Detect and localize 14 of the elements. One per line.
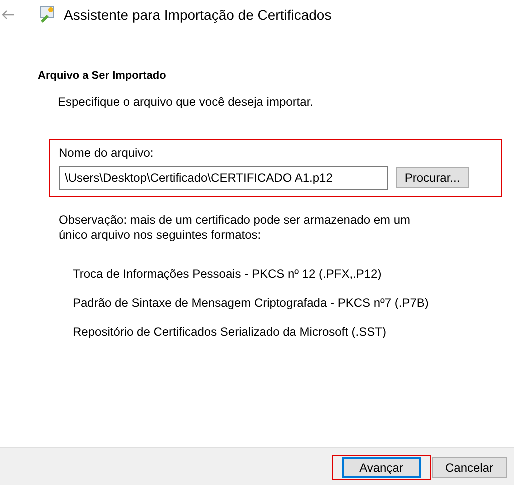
format-item: Padrão de Sintaxe de Mensagem Criptografada - PKCS nº7 (.P7B): [73, 294, 430, 312]
file-name-field[interactable]: \Users\Desktop\Certificado\CERTIFICADO A1.p12: [59, 166, 388, 190]
section-title: Arquivo a Ser Importado: [38, 69, 168, 84]
section-subtitle: Especifique o arquivo que você deseja importar.: [58, 94, 314, 110]
format-item: Troca de Informações Pessoais - PKCS nº 12 (.PFX,.P12): [73, 266, 383, 282]
certificate-wizard-icon: [38, 6, 56, 24]
next-button[interactable]: Avançar: [342, 457, 421, 478]
back-icon[interactable]: [2, 10, 14, 20]
format-item: Repositório de Certificados Serializado da Microsoft (.SST): [73, 324, 388, 340]
field-label: Nome do arquivo:: [59, 144, 155, 162]
note-text: Observação: mais de um certificado pode ser armazenado em um único arquivo nos seguintes formatos:: [59, 212, 412, 242]
cancel-button[interactable]: Cancelar: [432, 457, 507, 478]
browse-button[interactable]: Procurar...: [396, 167, 469, 188]
window-title: Assistente para Importação de Certificados: [64, 6, 332, 25]
